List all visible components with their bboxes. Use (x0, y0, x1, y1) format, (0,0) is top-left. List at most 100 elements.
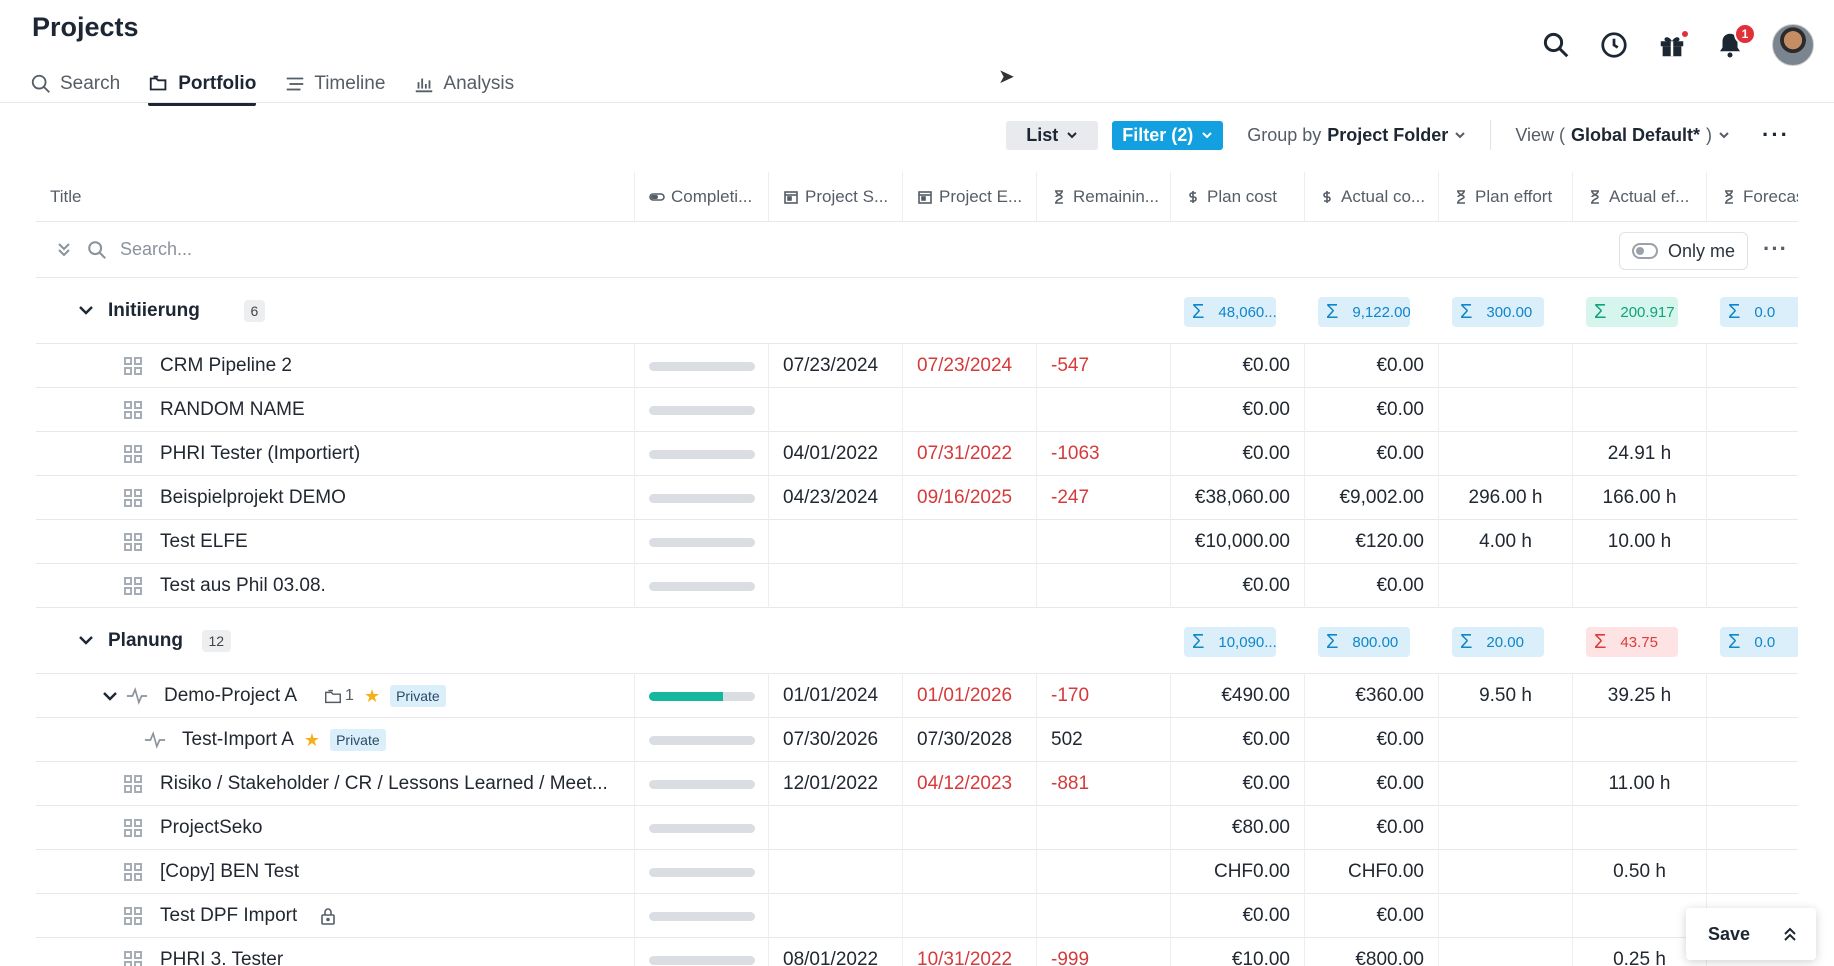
project-title[interactable]: CRM Pipeline 2 (160, 355, 292, 377)
plan-effort-cell[interactable] (1438, 564, 1572, 608)
start-cell[interactable] (768, 564, 902, 608)
forecast-cell[interactable] (1706, 850, 1798, 894)
plan-effort-cell[interactable] (1438, 344, 1572, 388)
tab-timeline[interactable]: Timeline (284, 64, 385, 104)
plan-cost-cell[interactable]: €38,060.00 (1170, 476, 1304, 520)
forecast-cell[interactable] (1706, 344, 1798, 388)
remaining-cell[interactable] (1036, 388, 1170, 432)
plan-cost-cell[interactable]: €10,000.00 (1170, 520, 1304, 564)
end-cell[interactable]: 07/23/2024 (902, 344, 1036, 388)
remaining-cell[interactable]: -170 (1036, 674, 1170, 718)
plan-cost-cell[interactable]: €0.00 (1170, 718, 1304, 762)
end-cell[interactable] (902, 520, 1036, 564)
end-cell[interactable]: 04/12/2023 (902, 762, 1036, 806)
actual-effort-cell[interactable] (1572, 344, 1706, 388)
avatar[interactable] (1772, 24, 1814, 66)
project-title[interactable]: RANDOM NAME (160, 399, 305, 421)
tab-portfolio[interactable]: Portfolio (148, 64, 257, 106)
actual-cost-cell[interactable]: €0.00 (1304, 806, 1438, 850)
tab-search[interactable]: Search (30, 64, 120, 104)
remaining-cell[interactable]: 502 (1036, 718, 1170, 762)
actual-cost-cell[interactable]: CHF0.00 (1304, 850, 1438, 894)
actual-effort-cell[interactable]: 39.25 h (1572, 674, 1706, 718)
forecast-cell[interactable] (1706, 718, 1798, 762)
plan-cost-cell[interactable]: €0.00 (1170, 894, 1304, 938)
actual-effort-cell[interactable] (1572, 718, 1706, 762)
column-header[interactable]: Plan effort (1438, 172, 1572, 221)
forecast-cell[interactable] (1706, 564, 1798, 608)
actual-cost-cell[interactable]: €800.00 (1304, 938, 1438, 966)
project-title[interactable]: Test ELFE (160, 531, 248, 553)
column-header[interactable]: Project E... (902, 172, 1036, 221)
column-header[interactable]: Completi... (634, 172, 768, 221)
search-input[interactable] (120, 239, 720, 260)
star-icon[interactable]: ★ (364, 686, 380, 707)
start-cell[interactable]: 08/01/2022 (768, 938, 902, 966)
end-cell[interactable]: 09/16/2025 (902, 476, 1036, 520)
project-title[interactable]: Test aus Phil 03.08. (160, 575, 326, 597)
plan-effort-cell[interactable] (1438, 894, 1572, 938)
start-cell[interactable]: 04/23/2024 (768, 476, 902, 520)
actual-effort-cell[interactable]: 24.91 h (1572, 432, 1706, 476)
star-icon[interactable]: ★ (304, 730, 320, 751)
end-cell[interactable]: 10/31/2022 (902, 938, 1036, 966)
table-row[interactable]: Test DPF Import €0.00 €0.00 (36, 894, 1798, 938)
actual-effort-cell[interactable]: 11.00 h (1572, 762, 1706, 806)
end-cell[interactable] (902, 894, 1036, 938)
global-search-button[interactable] (1540, 29, 1572, 61)
plan-effort-cell[interactable] (1438, 762, 1572, 806)
column-header[interactable]: Forecas (1706, 172, 1798, 221)
end-cell[interactable] (902, 564, 1036, 608)
remaining-cell[interactable] (1036, 850, 1170, 894)
group-by-dropdown[interactable]: Group by Project Folder (1237, 125, 1476, 146)
end-cell[interactable]: 07/30/2028 (902, 718, 1036, 762)
save-button[interactable]: Save (1686, 908, 1816, 960)
actual-cost-cell[interactable]: €120.00 (1304, 520, 1438, 564)
start-cell[interactable] (768, 520, 902, 564)
end-cell[interactable] (902, 388, 1036, 432)
column-header[interactable]: Plan cost (1170, 172, 1304, 221)
actual-effort-cell[interactable]: 0.50 h (1572, 850, 1706, 894)
plan-cost-cell[interactable]: €10.00 (1170, 938, 1304, 966)
project-title[interactable]: Risiko / Stakeholder / CR / Lessons Lear… (160, 773, 608, 795)
plan-effort-cell[interactable] (1438, 718, 1572, 762)
notifications-button[interactable]: 1 (1714, 23, 1756, 61)
column-header[interactable]: Project S... (768, 172, 902, 221)
actual-effort-cell[interactable] (1572, 806, 1706, 850)
plan-cost-cell[interactable]: €80.00 (1170, 806, 1304, 850)
remaining-cell[interactable]: -247 (1036, 476, 1170, 520)
table-row[interactable]: [Copy] BEN Test CHF0.00 CHF0.00 0.50 h (36, 850, 1798, 894)
plan-effort-cell[interactable] (1438, 938, 1572, 966)
actual-cost-cell[interactable]: €0.00 (1304, 718, 1438, 762)
forecast-cell[interactable] (1706, 762, 1798, 806)
actual-effort-cell[interactable] (1572, 388, 1706, 432)
table-row[interactable]: CRM Pipeline 2 07/23/2024 07/23/2024 -547 €0… (36, 344, 1798, 388)
only-me-toggle[interactable]: Only me (1618, 232, 1748, 270)
table-row[interactable]: Risiko / Stakeholder / CR / Lessons Lear… (36, 762, 1798, 806)
end-cell[interactable]: 01/01/2026 (902, 674, 1036, 718)
actual-cost-cell[interactable]: €0.00 (1304, 564, 1438, 608)
start-cell[interactable]: 12/01/2022 (768, 762, 902, 806)
actual-cost-cell[interactable]: €0.00 (1304, 762, 1438, 806)
remaining-cell[interactable] (1036, 564, 1170, 608)
remaining-cell[interactable]: -1063 (1036, 432, 1170, 476)
plan-effort-cell[interactable] (1438, 850, 1572, 894)
actual-cost-cell[interactable]: €360.00 (1304, 674, 1438, 718)
remaining-cell[interactable]: -881 (1036, 762, 1170, 806)
more-options-button[interactable]: ··· (1754, 122, 1798, 148)
plan-effort-cell[interactable]: 9.50 h (1438, 674, 1572, 718)
table-row[interactable]: Test aus Phil 03.08. €0.00 €0.00 (36, 564, 1798, 608)
end-cell[interactable]: 07/31/2022 (902, 432, 1036, 476)
remaining-cell[interactable] (1036, 806, 1170, 850)
table-row[interactable]: Test-Import A ★ Private 07/30/2026 07/30/202… (36, 718, 1798, 762)
table-row[interactable]: PHRI Tester (Importiert) 04/01/2022 07/31/… (36, 432, 1798, 476)
actual-effort-cell[interactable]: 166.00 h (1572, 476, 1706, 520)
plan-effort-cell[interactable] (1438, 432, 1572, 476)
project-title[interactable]: Test DPF Import (160, 905, 297, 927)
forecast-cell[interactable] (1706, 476, 1798, 520)
table-row[interactable]: PHRI 3. Tester 08/01/2022 10/31/2022 -999 €1… (36, 938, 1798, 966)
plan-effort-cell[interactable]: 296.00 h (1438, 476, 1572, 520)
project-title[interactable]: Test-Import A (182, 729, 294, 751)
plan-cost-cell[interactable]: CHF0.00 (1170, 850, 1304, 894)
forecast-cell[interactable] (1706, 806, 1798, 850)
